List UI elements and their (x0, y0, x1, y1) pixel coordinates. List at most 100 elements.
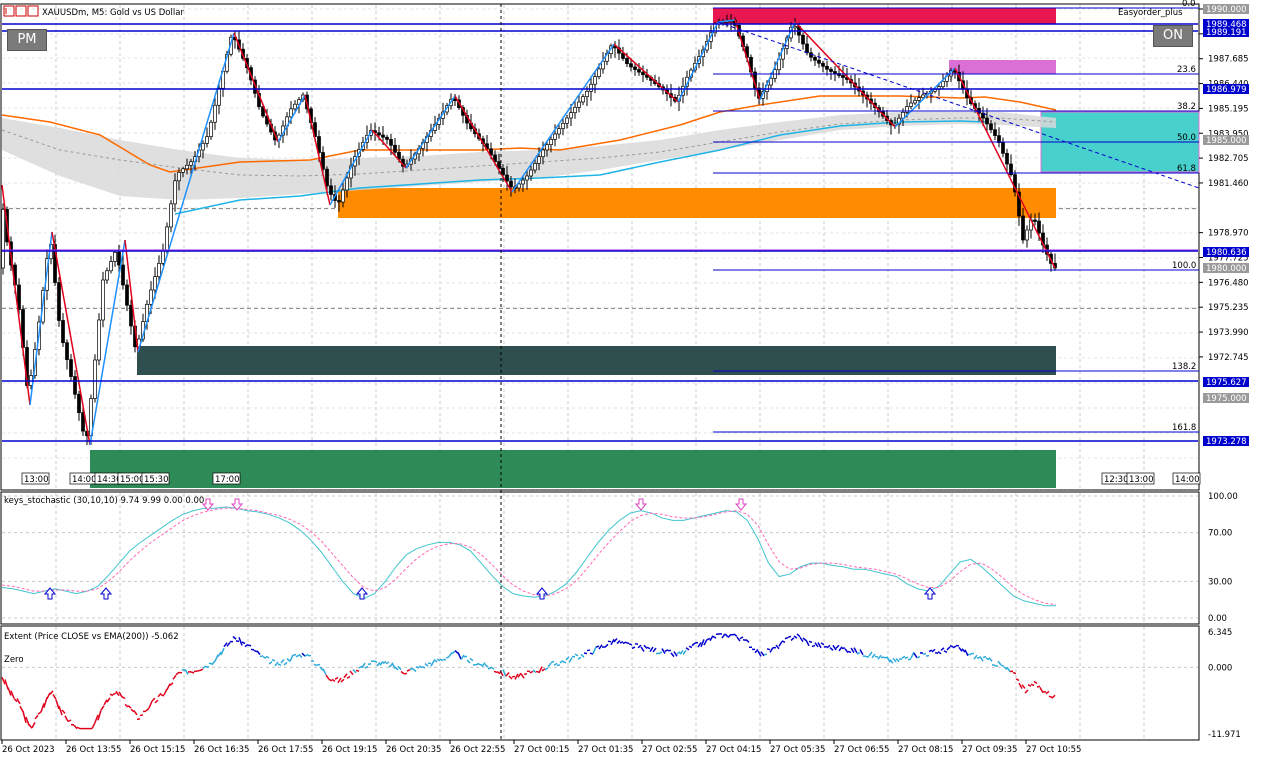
extent-segment (676, 651, 681, 655)
on-button[interactable]: ON (1153, 25, 1193, 47)
extent-segment (604, 643, 609, 648)
chart-type-icon-2 (15, 5, 27, 17)
extent-segment (850, 647, 855, 653)
candle-body (585, 90, 589, 98)
pm-button[interactable]: PM (7, 29, 47, 51)
stochastic-plot: 100.00 70.00 30.00 0.00 (1, 492, 1238, 624)
extent-segment (739, 636, 744, 640)
extent-segment (19, 705, 24, 712)
inner-time-text: 12:30 (1104, 475, 1129, 485)
extent-segment (115, 690, 120, 697)
candle-body (325, 168, 329, 187)
extent-segment (691, 642, 696, 647)
candle-body (209, 121, 213, 138)
extent-segment (736, 636, 741, 642)
supply-zone (713, 8, 1056, 24)
extent-segment (727, 633, 732, 638)
extent-segment (313, 663, 318, 667)
extent-segment (136, 718, 141, 721)
candle-body (825, 65, 829, 70)
extent-segment (616, 639, 621, 645)
orange-zone (338, 188, 1056, 218)
extent-segment (760, 651, 765, 657)
extent-segment (43, 697, 48, 708)
extent-segment (787, 635, 792, 639)
trading-chart[interactable]: 0.0 23.6 38.2 50.0 61.8 100.0 138.2 161.8 1990.… (0, 0, 1261, 760)
extent-segment (334, 676, 339, 680)
extent-segment (139, 714, 144, 717)
price-tick: 1975.235 (1208, 303, 1249, 313)
candle-body (205, 136, 209, 144)
extent-segment (130, 708, 135, 713)
fibo-label: 161.8 (1172, 423, 1196, 433)
time-label: 26 Oct 15:15 (130, 745, 185, 755)
candle-body (913, 99, 917, 104)
candle-body (989, 123, 993, 131)
extent-segment (268, 661, 273, 665)
extent-segment (61, 709, 66, 714)
extent-segment (1033, 680, 1038, 685)
extent-segment (559, 660, 564, 664)
extent-segment (199, 668, 204, 672)
candle-body (105, 270, 109, 281)
extent-segment (124, 703, 129, 708)
price-axis: 1990.0001988.4501987.6851986.4401985.195… (1199, 4, 1249, 447)
extent-segment (643, 644, 648, 650)
candle-body (345, 177, 349, 191)
extent-segment (1045, 690, 1050, 695)
extent-segment (253, 649, 258, 653)
candle-body (817, 59, 821, 64)
extent-segment (871, 653, 876, 659)
extent-segment (73, 724, 78, 730)
extent-segment (388, 663, 393, 668)
extent-segment (418, 665, 423, 669)
extent-segment (661, 648, 666, 655)
extent-segment (10, 690, 15, 699)
extent-segment (586, 649, 591, 652)
chart-type-icon-3 (27, 5, 39, 17)
time-label: 26 Oct 16:35 (194, 745, 249, 755)
candle-body (993, 129, 997, 136)
candle-body (533, 162, 537, 171)
extent-segment (376, 661, 381, 667)
fibo-label: 0.0 (1182, 0, 1196, 9)
inner-time-text: 14:00 (1175, 475, 1200, 485)
extent-segment (826, 644, 831, 649)
extent-segment (769, 647, 774, 653)
stochastic-pane[interactable] (0, 491, 1200, 625)
stoch-up-arrow-icon (99, 587, 113, 600)
candle-body (821, 62, 825, 67)
extent-segment (280, 658, 285, 664)
extent-segment (805, 639, 810, 647)
extent-segment (433, 659, 438, 663)
extent-segment (202, 665, 207, 669)
extent-segment (574, 653, 579, 657)
extent-segment (835, 644, 840, 649)
time-label: 26 Oct 17:55 (258, 745, 313, 755)
extent-segment (196, 669, 201, 672)
extent-segment (598, 644, 603, 650)
extent-segment (799, 636, 804, 643)
candle-body (921, 94, 925, 99)
zigzag-segment (51, 231, 91, 446)
candle-body (801, 34, 805, 45)
extent-segment (289, 654, 294, 662)
extent-segment (103, 699, 108, 706)
extent-segment (565, 656, 570, 661)
stoch-up-arrow-icon (923, 587, 937, 600)
extent-segment (844, 648, 849, 654)
extent-segment (940, 647, 945, 651)
extent-segment (223, 642, 228, 648)
extent-segment (889, 659, 894, 664)
extent-segment (838, 646, 843, 652)
time-label: 27 Oct 10:55 (1026, 745, 1081, 755)
stoch-down-arrow-icon (634, 498, 648, 511)
extent-segment (481, 662, 486, 668)
price-label-text: 1973.278 (1206, 437, 1247, 447)
candle-body (165, 226, 169, 251)
candle-body (161, 249, 165, 264)
extent-segment (802, 637, 807, 642)
candle-body (597, 68, 601, 77)
candle-body (77, 393, 81, 414)
extent-segment (247, 644, 252, 647)
